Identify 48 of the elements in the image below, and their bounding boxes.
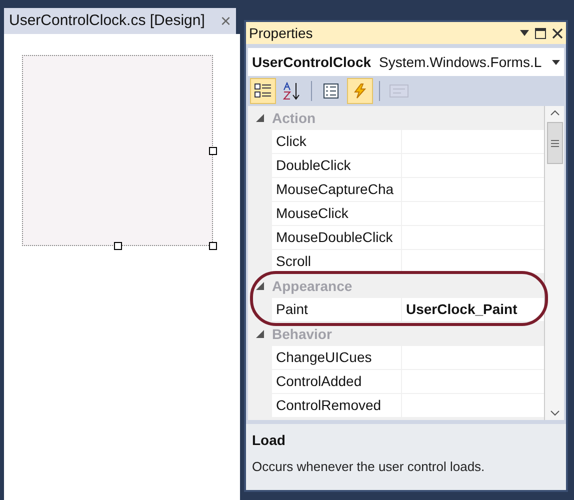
- category-label: Behavior: [272, 324, 332, 344]
- category-label: Action: [272, 108, 316, 128]
- value-field[interactable]: [402, 346, 544, 370]
- scroll-thumb[interactable]: [546, 122, 562, 164]
- object-type: System.Windows.Forms.L: [379, 52, 542, 72]
- property-name[interactable]: MouseCaptureCha: [272, 178, 402, 202]
- object-name: UserControlClock: [252, 52, 372, 72]
- property-name[interactable]: ControlAdded: [272, 370, 402, 394]
- property-name[interactable]: MouseClick: [272, 202, 402, 226]
- property-name[interactable]: ChangeUICues: [272, 346, 402, 370]
- panel-title: Properties: [249, 24, 313, 43]
- scrollbar[interactable]: [544, 106, 564, 420]
- property-value[interactable]: UserClock_Paint: [406, 299, 518, 320]
- description-title: Load: [252, 431, 286, 450]
- object-selector[interactable]: UserControlClock System.Windows.Forms.L: [248, 48, 564, 76]
- pages-icon: [389, 83, 409, 99]
- property-name[interactable]: Click: [272, 130, 402, 154]
- property-name[interactable]: Paint: [272, 298, 402, 322]
- property-name[interactable]: MouseDoubleClick: [272, 226, 402, 250]
- resize-handle[interactable]: [114, 242, 122, 250]
- value-field[interactable]: [402, 154, 544, 178]
- close-icon[interactable]: [552, 28, 563, 38]
- value-field[interactable]: UserClock_Paint: [402, 298, 544, 322]
- dropdown-icon[interactable]: [552, 60, 560, 64]
- property-name[interactable]: ControlRemoved: [272, 394, 402, 418]
- value-field[interactable]: [402, 202, 544, 226]
- value-field[interactable]: [402, 178, 544, 202]
- tab-title: UserControlClock.cs [Design]: [9, 10, 205, 31]
- lightning-icon: [352, 83, 368, 99]
- dropdown-icon[interactable]: [520, 30, 529, 36]
- property-name[interactable]: DoubleClick: [272, 154, 402, 178]
- value-field[interactable]: [402, 394, 544, 418]
- scroll-down-icon[interactable]: [550, 410, 560, 416]
- resize-handle[interactable]: [209, 147, 217, 155]
- close-button[interactable]: ×: [220, 12, 231, 30]
- resize-handle[interactable]: [209, 242, 217, 250]
- maximize-icon[interactable]: [535, 28, 546, 38]
- document-tab[interactable]: UserControlClock.cs [Design] ×: [4, 8, 236, 34]
- category-label: Appearance: [272, 276, 352, 296]
- value-field[interactable]: [402, 226, 544, 250]
- scroll-up-icon[interactable]: [550, 110, 560, 116]
- sort-az-icon: [283, 82, 301, 100]
- list-icon: [323, 83, 339, 99]
- value-field[interactable]: [402, 370, 544, 394]
- value-field[interactable]: [402, 130, 544, 154]
- categorized-button[interactable]: [250, 78, 276, 104]
- description-text: Occurs whenever the user control loads.: [252, 458, 486, 476]
- categorized-icon: [254, 82, 272, 100]
